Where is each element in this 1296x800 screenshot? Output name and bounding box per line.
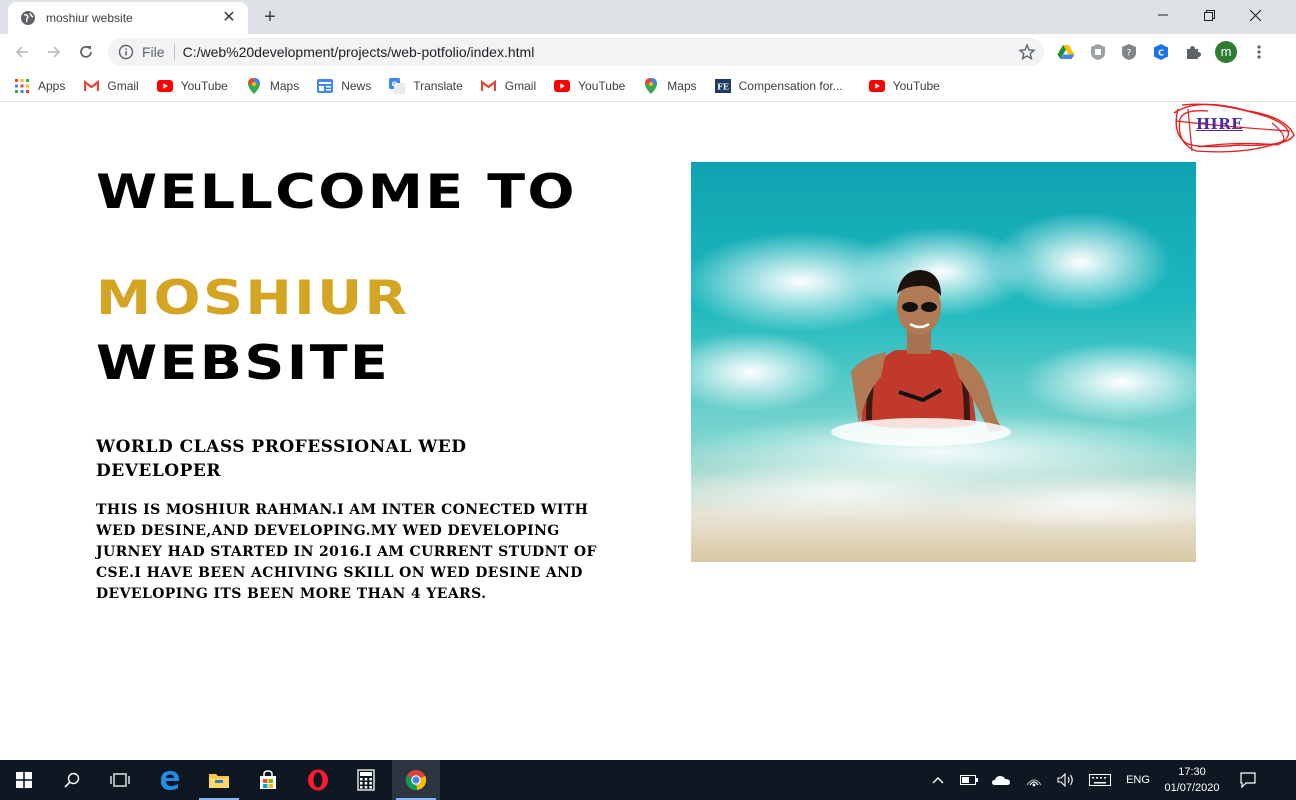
bookmark-label: Gmail: [107, 78, 139, 93]
bookmark-compensation[interactable]: FE Compensation for...: [714, 78, 843, 94]
scheme-label: File: [142, 44, 165, 60]
translate-icon: G: [389, 77, 406, 94]
bookmark-label: Maps: [667, 78, 697, 93]
edge-browser-icon[interactable]: [146, 760, 194, 800]
youtube-icon: [868, 78, 885, 94]
bookmark-gmail[interactable]: Gmail: [83, 78, 139, 94]
keyboard-icon[interactable]: [1087, 760, 1113, 800]
hero-photo: [691, 162, 1196, 562]
bookmark-translate[interactable]: G Translate: [389, 77, 463, 94]
chrome-icon[interactable]: [392, 760, 440, 800]
bookmark-label: Maps: [269, 78, 300, 93]
calculator-icon[interactable]: [342, 760, 390, 800]
task-view-icon[interactable]: [96, 760, 144, 800]
restore-button[interactable]: [1186, 0, 1232, 30]
svg-text:C: C: [1158, 49, 1164, 58]
bookmark-news[interactable]: News: [317, 78, 371, 94]
svg-text:G: G: [392, 80, 398, 88]
gmail-icon: [83, 78, 99, 94]
browser-toolbar: File C:/web%20development/projects/web-p…: [0, 34, 1296, 70]
windows-taskbar: ENG 17:30 01/07/2020: [0, 760, 1296, 800]
system-clock[interactable]: 17:30 01/07/2020: [1156, 764, 1228, 796]
svg-text:?: ?: [1127, 49, 1132, 59]
onedrive-cloud-icon[interactable]: [990, 760, 1012, 800]
bookmark-star-icon[interactable]: [1018, 43, 1036, 61]
bookmark-maps[interactable]: Maps: [643, 77, 697, 94]
url-text[interactable]: C:/web%20development/projects/web-potfol…: [183, 44, 1018, 60]
language-indicator[interactable]: ENG: [1122, 760, 1154, 800]
back-arrow-icon[interactable]: [10, 40, 34, 64]
address-bar[interactable]: File C:/web%20development/projects/web-p…: [108, 38, 1044, 66]
tab-strip: moshiur website ✕ +: [0, 0, 1296, 34]
maps-pin-icon: [643, 77, 659, 94]
gmail-icon: [481, 78, 497, 94]
close-window-button[interactable]: [1232, 0, 1278, 30]
maps-pin-icon: [246, 77, 262, 94]
bio-paragraph: THIS IS MOSHIUR RAHMAN.I AM INTER CONECT…: [96, 502, 597, 602]
bookmark-label: Gmail: [504, 78, 537, 93]
battery-icon[interactable]: [958, 760, 980, 800]
bookmark-label: YouTube: [892, 78, 940, 93]
omnibox-divider: [173, 44, 175, 60]
file-explorer-icon[interactable]: [195, 760, 243, 800]
globe-icon: [20, 10, 36, 26]
bookmark-maps[interactable]: Maps: [246, 77, 300, 94]
bookmark-label: Translate: [413, 78, 463, 93]
close-tab-icon[interactable]: ✕: [220, 10, 238, 26]
chevron-up-icon[interactable]: [928, 760, 948, 800]
bookmark-label: News: [341, 78, 372, 93]
bookmarks-bar: Apps Gmail YouTube Maps News G Translate: [0, 70, 1296, 102]
store-icon[interactable]: [244, 760, 292, 800]
volume-icon[interactable]: [1055, 760, 1077, 800]
apps-grid-icon: [14, 78, 30, 94]
clock-date: 01/07/2020: [1164, 782, 1220, 794]
youtube-icon: [554, 78, 571, 94]
bookmark-label: YouTube: [180, 78, 228, 93]
hire-link[interactable]: HIRE: [1196, 115, 1243, 133]
profile-avatar[interactable]: m: [1215, 41, 1237, 63]
bookmark-label: YouTube: [578, 78, 626, 93]
bookmark-youtube[interactable]: YouTube: [868, 78, 940, 94]
clock-time: 17:30: [1178, 766, 1206, 778]
menu-kebab-icon[interactable]: [1249, 42, 1269, 62]
hire-area: HIRE: [1168, 103, 1296, 159]
beach-wave-photo-image: [691, 162, 1196, 562]
windows-start-icon[interactable]: [0, 760, 48, 800]
code-extension-icon[interactable]: C: [1151, 42, 1171, 62]
puzzle-extensions-icon[interactable]: [1183, 42, 1203, 62]
opera-icon[interactable]: [294, 760, 342, 800]
privacy-extension-icon[interactable]: ?: [1119, 42, 1139, 62]
bookmark-youtube[interactable]: YouTube: [156, 78, 228, 94]
bookmark-gmail[interactable]: Gmail: [481, 78, 536, 94]
bookmark-label: Compensation for...: [738, 78, 843, 93]
minimize-button[interactable]: [1140, 0, 1186, 30]
heading-website: WEBSITE: [96, 336, 391, 391]
tab-title: moshiur website: [46, 11, 133, 25]
reload-icon[interactable]: [74, 40, 98, 64]
notification-icon[interactable]: [1236, 760, 1260, 800]
search-icon[interactable]: [48, 760, 96, 800]
news-icon: [317, 78, 334, 94]
window-controls: [1140, 0, 1278, 30]
browser-tab[interactable]: moshiur website ✕: [8, 2, 248, 34]
web-page: HIRE WELLCOME TO MOSHIUR WEBSITE WORLD C…: [0, 103, 1296, 760]
bookmark-label: Apps: [38, 78, 66, 93]
info-icon[interactable]: [118, 44, 134, 60]
svg-text:FE: FE: [717, 81, 729, 91]
new-tab-button[interactable]: +: [258, 6, 282, 30]
subheading: WORLD CLASS PROFESSIONAL WED DEVELOPER: [96, 437, 467, 481]
wifi-icon[interactable]: [1023, 760, 1045, 800]
fe-icon: FE: [714, 78, 731, 94]
google-drive-icon[interactable]: [1056, 42, 1076, 62]
shield-extension-icon[interactable]: [1088, 42, 1108, 62]
heading-welcome: WELLCOME TO: [96, 165, 577, 220]
youtube-icon: [156, 78, 173, 94]
bookmark-apps[interactable]: Apps: [14, 78, 65, 94]
bookmark-youtube[interactable]: YouTube: [554, 78, 625, 94]
heading-name: MOSHIUR: [96, 271, 410, 326]
forward-arrow-icon[interactable]: [42, 40, 66, 64]
